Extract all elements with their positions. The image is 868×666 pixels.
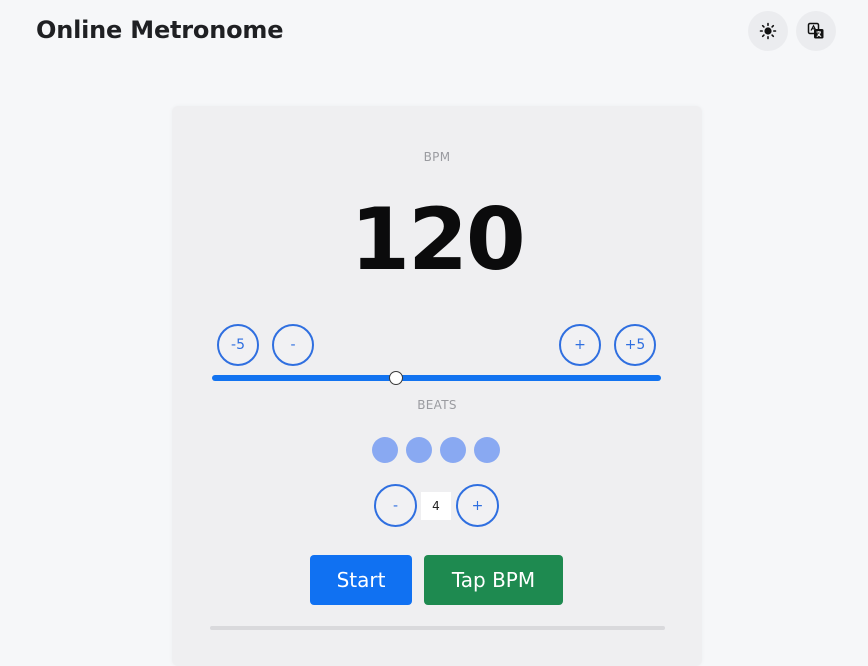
bpm-slider-thumb[interactable] <box>389 371 404 385</box>
tap-bpm-button[interactable]: Tap BPM <box>424 555 563 605</box>
beats-label: BEATS <box>417 398 457 412</box>
bpm-minus-button[interactable]: - <box>272 324 314 366</box>
beats-count: 4 <box>421 492 451 520</box>
bpm-minus-5-button[interactable]: -5 <box>217 324 259 366</box>
bpm-plus-5-button[interactable]: +5 <box>614 324 656 366</box>
bpm-slider[interactable] <box>212 375 661 381</box>
beat-indicator <box>372 437 398 463</box>
beat-indicator <box>406 437 432 463</box>
language-button[interactable] <box>796 11 836 51</box>
beats-minus-button[interactable]: - <box>374 484 417 527</box>
bpm-plus-button[interactable]: + <box>559 324 601 366</box>
bpm-label: BPM <box>423 150 451 164</box>
sun-icon <box>759 22 777 40</box>
bpm-value: 120 <box>350 190 526 290</box>
theme-toggle-button[interactable] <box>748 11 788 51</box>
beat-indicator <box>440 437 466 463</box>
divider <box>210 626 665 630</box>
beat-indicator <box>474 437 500 463</box>
app-title: Online Metronome <box>36 16 284 44</box>
beats-plus-button[interactable]: + <box>456 484 499 527</box>
metronome-card: BPM 120 -5 - + +5 BEATS - 4 + Start Tap … <box>172 106 702 666</box>
start-button[interactable]: Start <box>310 555 412 605</box>
translate-icon <box>807 22 824 39</box>
